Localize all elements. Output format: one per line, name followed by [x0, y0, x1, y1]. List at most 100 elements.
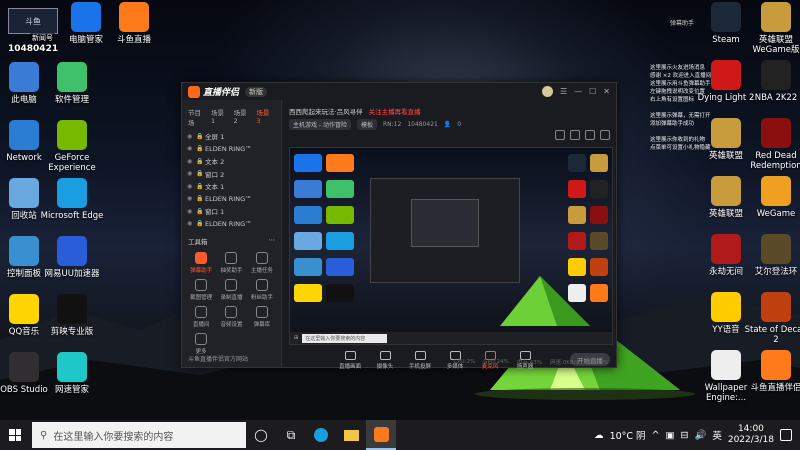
eye-icon[interactable]: ◉ — [187, 158, 196, 165]
lock-icon[interactable]: 🔒 — [196, 183, 205, 190]
eye-icon[interactable]: ◉ — [187, 133, 196, 140]
tool-label: 直播间 — [192, 322, 210, 328]
user-avatar[interactable] — [541, 86, 553, 97]
desktop-icon[interactable]: Microsoft Edge — [40, 178, 104, 221]
close-icon[interactable]: ✕ — [603, 87, 610, 96]
notification-icon[interactable] — [780, 429, 792, 441]
lock-icon[interactable]: 🔒 — [196, 195, 205, 202]
tool-item[interactable]: 截图管理 — [186, 279, 216, 301]
tool-item[interactable]: 抽奖助手 — [216, 252, 246, 274]
desktop-icon[interactable]: 软件管理 — [40, 62, 104, 105]
desktop-icon[interactable]: 英雄联盟 WeGame版 — [744, 2, 800, 55]
lock-icon[interactable]: 🔒 — [196, 220, 205, 227]
lock-icon[interactable]: 🔒 — [196, 158, 205, 165]
source-item[interactable]: ◉ 🔒 全屏 1 — [182, 130, 281, 143]
lock-icon[interactable]: 🔒 — [196, 133, 205, 140]
preview-desktop-icon — [568, 258, 586, 276]
clock[interactable]: 14:00 2022/3/18 — [728, 424, 774, 446]
room-link[interactable]: 关注主播再看直播 — [369, 106, 421, 116]
tool-item[interactable]: 主播任务 — [247, 252, 277, 274]
desktop-icon-label: 剪映专业版 — [50, 327, 94, 337]
taskbar-search[interactable]: ⚲ 在这里输入你要搜索的内容 — [32, 422, 246, 448]
preview-desktop-icon — [294, 284, 322, 302]
eye-icon[interactable]: ◉ — [187, 183, 196, 190]
network-tray-icon[interactable]: ⊟ — [681, 430, 689, 441]
source-item[interactable]: ◉ 🔒 ELDEN RING™ — [182, 218, 281, 231]
lock-icon[interactable]: 🔒 — [196, 208, 205, 215]
desktop-icon[interactable]: 斗鱼直播 — [102, 2, 166, 45]
tray-app-icon[interactable]: ▣ — [666, 430, 675, 441]
tray-chevron-icon[interactable]: ^ — [652, 430, 660, 441]
douyu-taskbar-icon[interactable] — [366, 420, 396, 450]
douyu-companion-window[interactable]: 直播伴侣 新版 ☰ — ☐ ✕ 节目场 场景 1 场景 2 场景 3 ◉ 🔒 全屏 1 ◉ 🔒… — [181, 82, 617, 370]
eye-icon[interactable]: ◉ — [187, 220, 196, 227]
desktop-icon[interactable]: 斗鱼直播伴侣 — [744, 350, 800, 393]
live-preview[interactable]: ⊞ 在这里输入你要搜索的内容 — [289, 147, 613, 345]
tools-more-icon[interactable]: ⋯ — [269, 236, 276, 246]
tool-label: 音频设置 — [220, 322, 243, 328]
desktop-icon[interactable]: 网易UU加速器 — [40, 236, 104, 279]
task-view-icon[interactable]: ⧉ — [276, 420, 306, 450]
elden-ring-icon — [761, 234, 791, 264]
desktop-icon[interactable]: 艾尔登法环 — [744, 234, 800, 277]
eye-icon[interactable]: ◉ — [187, 170, 196, 177]
layout-icon[interactable] — [585, 130, 595, 140]
source-label: 窗口 2 — [205, 170, 225, 179]
source-item[interactable]: ◉ 🔒 ELDEN RING™ — [182, 193, 281, 206]
source-item[interactable]: ◉ 🔒 窗口 2 — [182, 168, 281, 181]
tool-item[interactable]: 粉丝助手 — [247, 279, 277, 301]
desktop-icon[interactable]: 网速管家 — [40, 352, 104, 395]
template-chip[interactable]: 模板 — [356, 119, 377, 130]
desktop-icon[interactable]: GeForce Experience — [40, 120, 104, 173]
tool-item[interactable]: 直播间 — [186, 306, 216, 328]
source-item[interactable]: ◉ 🔒 文本 1 — [182, 180, 281, 193]
source-item[interactable]: ◉ 🔒 窗口 1 — [182, 205, 281, 218]
wallpaper-engine-icon — [711, 350, 741, 380]
menu-icon[interactable]: ☰ — [560, 87, 567, 96]
desktop-icon[interactable]: Red Dead Redemption — [744, 118, 800, 171]
edge-taskbar-icon[interactable] — [306, 420, 336, 450]
eye-icon[interactable]: ◉ — [187, 145, 196, 152]
danmu-line: 这里展示用斗鱼弹幕助手 — [650, 81, 711, 87]
volume-icon[interactable]: 🔊 — [694, 430, 706, 441]
tool-item[interactable]: 弹幕库 — [247, 306, 277, 328]
desktop-icon-label: Microsoft Edge — [40, 211, 104, 221]
tool-item[interactable]: 音频设置 — [216, 306, 246, 328]
title-bar[interactable]: 直播伴侣 新版 ☰ — ☐ ✕ — [182, 83, 616, 100]
scene-tab[interactable]: 场景 3 — [256, 107, 275, 127]
cloud-icon[interactable]: ☁ — [594, 430, 604, 441]
eye-icon[interactable]: ◉ — [187, 195, 196, 202]
taskbar: ⚲ 在这里输入你要搜索的内容 ◯ ⧉ ☁ 10°C 阴 ^ ▣ ⊟ 🔊 英 14… — [0, 420, 800, 450]
source-item[interactable]: ◉ 🔒 ELDEN RING™ — [182, 143, 281, 156]
lock-icon[interactable]: 🔒 — [196, 170, 205, 177]
desktop-icon[interactable]: NBA 2K22 — [744, 60, 800, 103]
ime-indicator[interactable]: 英 — [712, 428, 722, 442]
share-icon[interactable] — [570, 130, 580, 140]
fullscreen-icon[interactable] — [600, 130, 610, 140]
tool-item[interactable]: 弹幕助手 — [186, 252, 216, 274]
version-badge[interactable]: 新版 — [245, 86, 268, 97]
official-site-link[interactable]: 斗鱼直播伴侣官方网站 — [188, 354, 248, 363]
desktop-icon[interactable]: 剪映专业版 — [40, 294, 104, 337]
tool-item[interactable]: 录制直播 — [216, 279, 246, 301]
desktop-icon[interactable]: State of Decay 2 — [744, 292, 800, 345]
file-explorer-icon[interactable] — [336, 420, 366, 450]
category-chip[interactable]: 主机游戏 - 动作冒险 — [289, 119, 351, 130]
tool-item[interactable]: 更多 — [186, 333, 216, 355]
maximize-icon[interactable]: ☐ — [589, 87, 596, 96]
start-button[interactable] — [0, 420, 30, 450]
cortana-icon[interactable]: ◯ — [246, 420, 276, 450]
desktop-icon[interactable]: WeGame — [744, 176, 800, 219]
eye-icon[interactable]: ◉ — [187, 208, 196, 215]
settings-icon[interactable] — [555, 130, 565, 140]
room-title[interactable]: 西西爬起来玩法·吕风寻伴 — [289, 106, 363, 116]
scene-tab[interactable]: 节目场 — [188, 107, 207, 127]
source-item[interactable]: ◉ 🔒 文本 2 — [182, 155, 281, 168]
preview-desktop-icon — [294, 232, 322, 250]
scene-tab[interactable]: 场景 1 — [211, 107, 230, 127]
lock-icon[interactable]: 🔒 — [196, 145, 205, 152]
room-id: 10480421 — [407, 121, 438, 128]
scene-tab[interactable]: 场景 2 — [234, 107, 253, 127]
minimize-icon[interactable]: — — [574, 87, 582, 96]
weather-text[interactable]: 10°C 阴 — [610, 428, 646, 442]
